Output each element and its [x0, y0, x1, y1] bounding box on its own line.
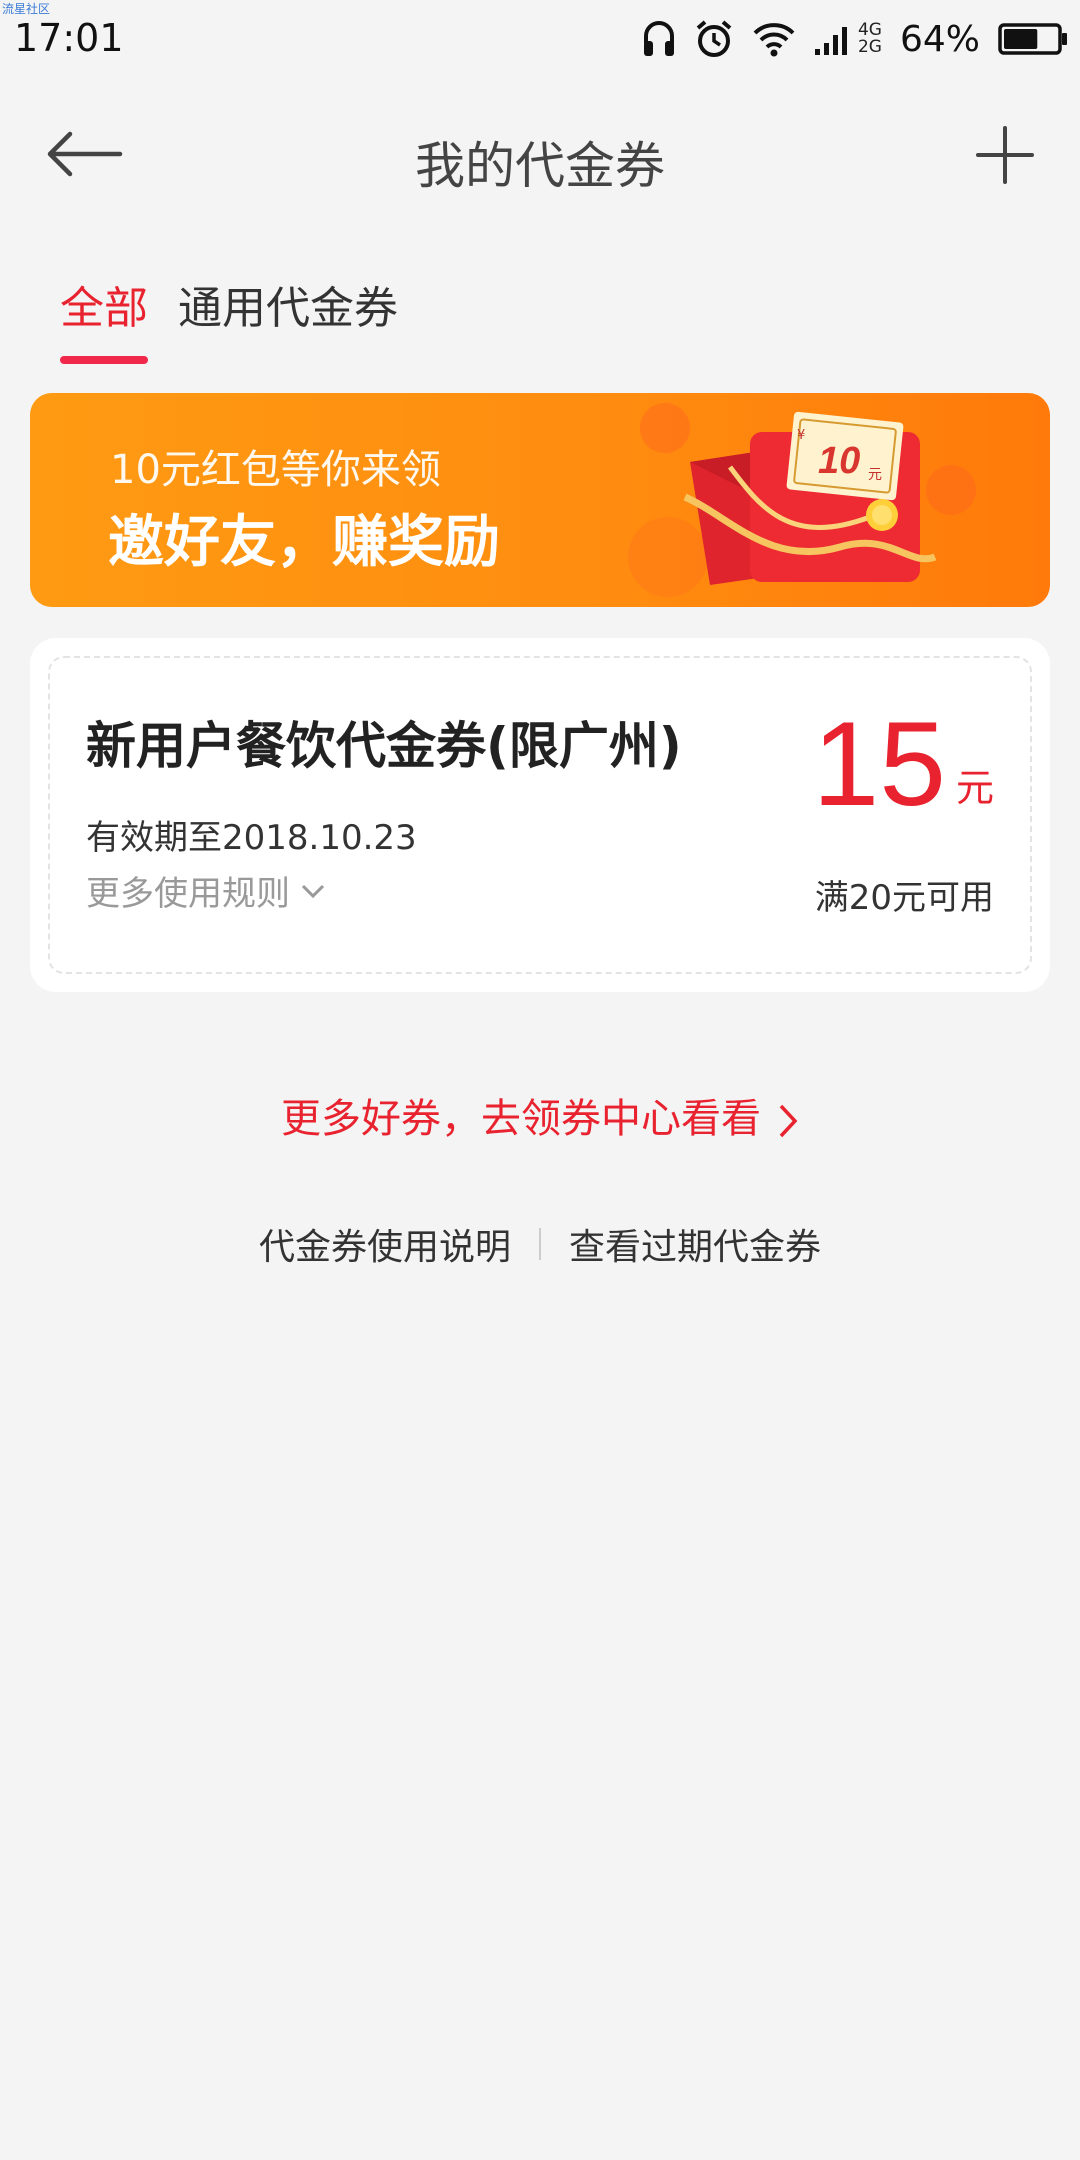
signal-icon — [814, 27, 847, 55]
network-type: 4G 2G — [858, 22, 882, 56]
more-rules-toggle[interactable]: 更多使用规则 — [86, 866, 326, 915]
coupon-amount: 15 元 — [813, 704, 995, 824]
battery-icon — [998, 23, 1067, 55]
red-envelope-icon: ¥ 10 元 — [683, 411, 937, 585]
status-icons: 4G 2G 64% — [642, 14, 1068, 64]
network-indicator: 4G 2G — [814, 19, 882, 59]
status-watermark: 流星社区 — [2, 2, 51, 16]
coupon-amount-unit: 元 — [955, 766, 994, 810]
page-title: 我的代金券 — [415, 137, 665, 195]
envelope-currency: ¥ — [797, 428, 805, 443]
chevron-right-icon — [779, 1104, 798, 1138]
status-time: 17:01 — [14, 16, 124, 60]
coupon-amount-value: 15 — [812, 697, 946, 831]
invite-banner[interactable]: 10元红包等你来领 邀好友，赚奖励 ¥ 10 元 — [30, 393, 1050, 607]
divider — [539, 1228, 541, 1260]
coupon-expiry: 有效期至2018.10.23 — [86, 818, 417, 858]
wifi-icon — [753, 23, 795, 57]
coupon-center-link[interactable]: 更多好券，去领券中心看看 — [0, 1086, 1080, 1144]
voucher-instructions-link[interactable]: 代金券使用说明 — [259, 1218, 511, 1270]
coupon-condition: 满20元可用 — [814, 878, 994, 918]
chevron-down-icon — [301, 884, 325, 898]
add-button[interactable] — [970, 120, 1040, 190]
tab-bar: 全部 通用代金券 — [60, 272, 398, 364]
envelope-amount: 10 — [818, 440, 860, 482]
coupon-card[interactable]: 新用户餐饮代金券(限广州) 有效期至2018.10.23 更多使用规则 15 元… — [30, 638, 1050, 992]
tab-general-vouchers[interactable]: 通用代金券 — [178, 272, 398, 364]
coupon-title: 新用户餐饮代金券(限广州) — [86, 717, 682, 775]
headset-icon — [643, 21, 674, 56]
alarm-icon — [696, 20, 732, 57]
envelope-unit: 元 — [868, 467, 882, 483]
more-rules-label: 更多使用规则 — [86, 874, 290, 914]
screen: 流星社区 17:01 4G 2G 64% 我的代金券 全部 通用代金券 10元红… — [0, 0, 1080, 2160]
footer-links: 代金券使用说明 查看过期代金券 — [0, 1218, 1080, 1270]
battery-percent: 64% — [899, 18, 980, 60]
expired-vouchers-link[interactable]: 查看过期代金券 — [569, 1218, 821, 1270]
tab-all[interactable]: 全部 — [60, 272, 148, 364]
plus-icon — [976, 126, 1034, 184]
header: 我的代金券 — [0, 100, 1080, 210]
banner-subtitle: 10元红包等你来领 — [110, 447, 441, 493]
coupon-center-label: 更多好券，去领券中心看看 — [281, 1096, 761, 1142]
network-type-bottom: 2G — [857, 37, 882, 57]
status-bar: 流星社区 17:01 4G 2G 64% — [0, 0, 1080, 76]
banner-title: 邀好友，赚奖励 — [108, 510, 500, 575]
